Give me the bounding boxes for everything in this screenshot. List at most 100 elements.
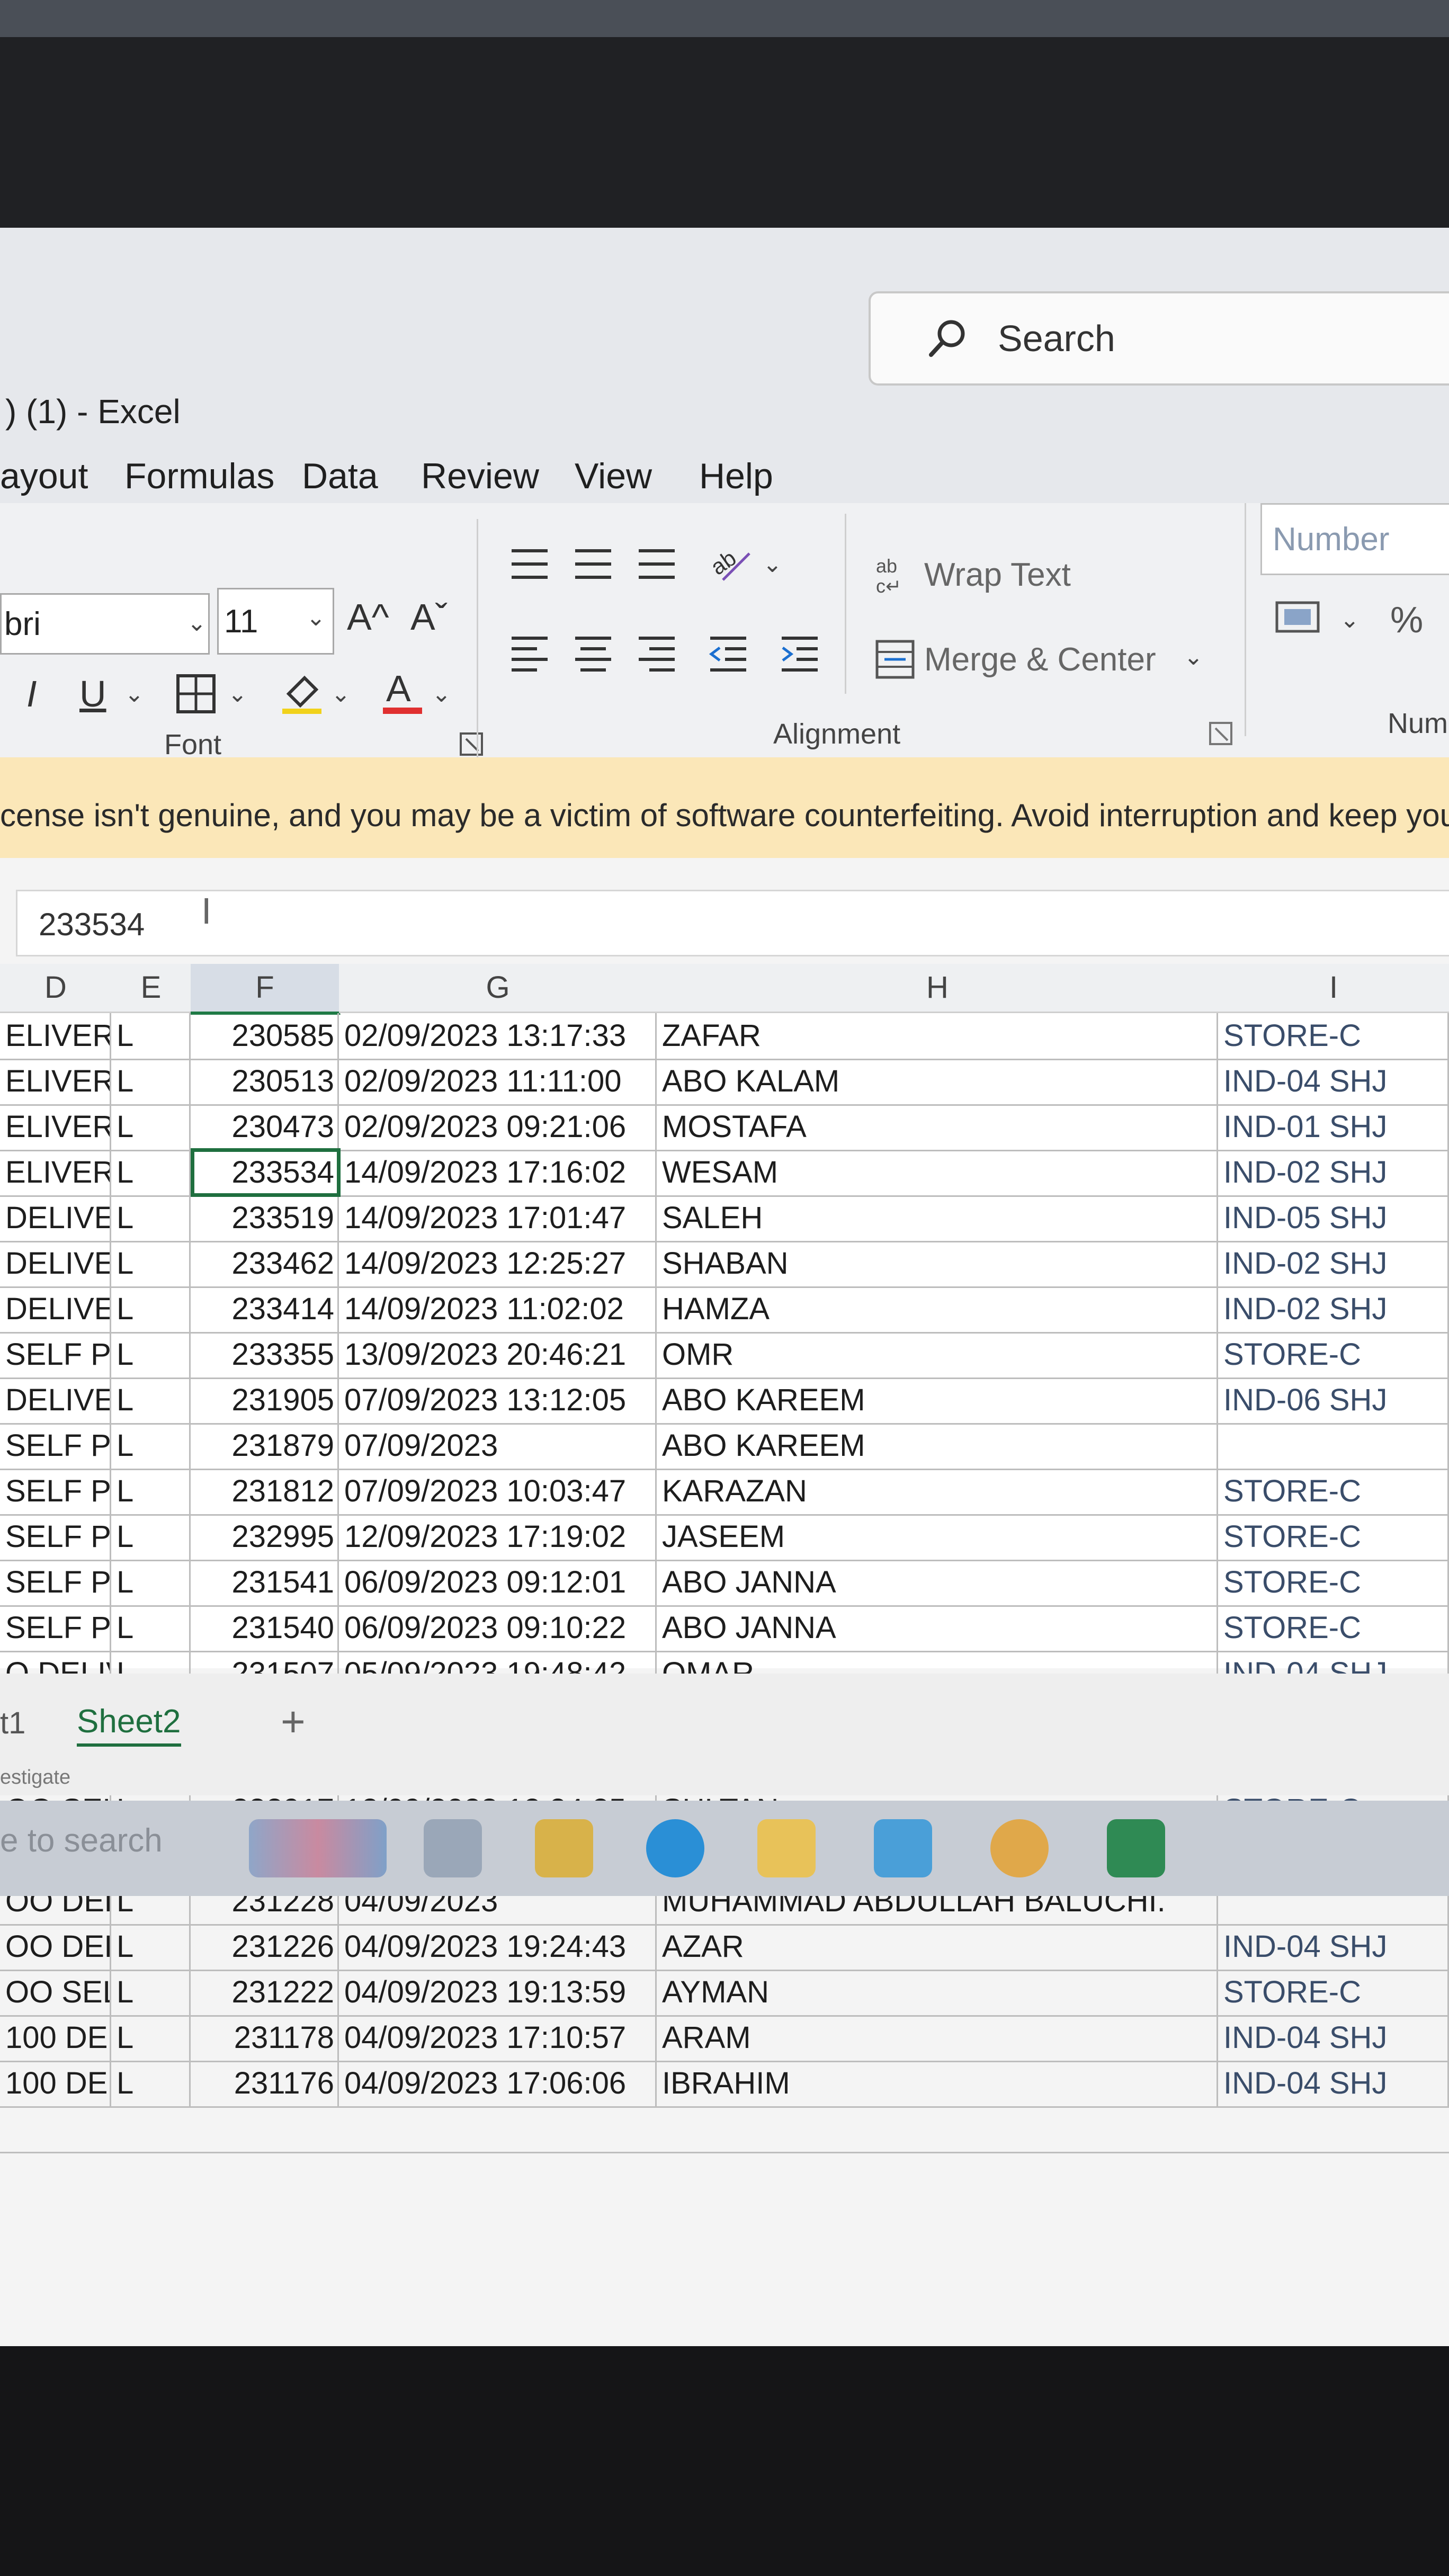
cell-h[interactable]: ABO KAREEM — [657, 1423, 1218, 1469]
column-header-d[interactable]: D — [0, 964, 113, 1013]
font-name-dropdown[interactable]: bri ⌄ — [0, 593, 210, 655]
font-size-dropdown[interactable]: 11 ⌄ — [217, 588, 334, 655]
cell-f[interactable]: 230585 — [191, 1013, 339, 1059]
cell-h[interactable]: WESAM — [657, 1150, 1218, 1195]
cell-f[interactable]: 231540 — [191, 1605, 339, 1651]
cell-e[interactable]: L — [111, 1560, 191, 1605]
cell-f[interactable]: 232995 — [191, 1514, 339, 1560]
increase-font-size-button[interactable]: A^ — [347, 596, 389, 638]
cell-g[interactable]: 02/09/2023 09:21:06 — [339, 1104, 657, 1150]
cell-e[interactable]: L — [111, 1241, 191, 1286]
sheet-tab-1[interactable]: t1 — [0, 1705, 25, 1741]
cell-f[interactable]: 231226 — [191, 1924, 339, 1970]
cell-i[interactable]: STORE-C — [1218, 1560, 1449, 1605]
cell-h[interactable]: MOSTAFA — [657, 1104, 1218, 1150]
microsoft-store-icon[interactable] — [535, 1819, 593, 1877]
cell-i[interactable]: IND-02 SHJ — [1218, 1241, 1449, 1286]
cell-g[interactable]: 04/09/2023 17:06:06 — [339, 2061, 657, 2106]
wrap-text-icon[interactable]: ab c↵ — [874, 553, 916, 596]
column-header-g[interactable]: G — [339, 964, 658, 1013]
dialog-launcher-icon[interactable] — [458, 731, 485, 757]
accounting-format-icon[interactable] — [1274, 598, 1321, 636]
cell-f[interactable]: 230513 — [191, 1059, 339, 1104]
cell-i[interactable]: IND-02 SHJ — [1218, 1150, 1449, 1195]
cell-i[interactable] — [1218, 1423, 1449, 1469]
cell-e[interactable]: L — [111, 1469, 191, 1514]
cell-g[interactable]: 07/09/2023 — [339, 1423, 657, 1469]
column-header-e[interactable]: E — [111, 964, 192, 1013]
chevron-down-icon[interactable]: ⌄ — [432, 681, 451, 708]
cell-g[interactable]: 14/09/2023 17:16:02 — [339, 1150, 657, 1195]
cell-g[interactable]: 06/09/2023 09:10:22 — [339, 1605, 657, 1651]
cell-e[interactable]: L — [111, 2015, 191, 2061]
cell-g[interactable]: 12/09/2023 17:19:02 — [339, 1514, 657, 1560]
cell-f[interactable]: 231905 — [191, 1378, 339, 1423]
cell-d[interactable]: ELIVERY — [0, 1104, 111, 1150]
cell-h[interactable]: ABO JANNA — [657, 1605, 1218, 1651]
cell-i[interactable]: IND-01 SHJ — [1218, 1104, 1449, 1150]
cell-d[interactable]: ELIVERY — [0, 1150, 111, 1195]
cell-i[interactable]: IND-04 SHJ — [1218, 1924, 1449, 1970]
cell-f[interactable]: 231222 — [191, 1970, 339, 2015]
cell-d[interactable]: 100 DELIVERY — [0, 2015, 111, 2061]
cell-h[interactable]: KARAZAN — [657, 1469, 1218, 1514]
cell-i[interactable]: IND-05 SHJ — [1218, 1195, 1449, 1241]
align-right-icon[interactable] — [636, 633, 678, 675]
cell-f[interactable]: 233355 — [191, 1332, 339, 1378]
mail-icon[interactable] — [874, 1819, 932, 1877]
cell-i[interactable]: IND-06 SHJ — [1218, 1378, 1449, 1423]
cell-d[interactable]: DELIVERY — [0, 1195, 111, 1241]
column-header-h[interactable]: H — [657, 964, 1220, 1013]
cell-d[interactable]: ELIVERY — [0, 1059, 111, 1104]
cell-d[interactable]: SELF PICKU — [0, 1423, 111, 1469]
cell-h[interactable]: HAMZA — [657, 1286, 1218, 1332]
cell-g[interactable]: 02/09/2023 13:17:33 — [339, 1013, 657, 1059]
widgets-icon[interactable] — [249, 1819, 387, 1877]
cell-e[interactable]: L — [111, 1195, 191, 1241]
cell-h[interactable]: JASEEM — [657, 1514, 1218, 1560]
tab-page-layout[interactable]: ayout — [0, 455, 88, 497]
cell-i[interactable]: IND-04 SHJ — [1218, 1059, 1449, 1104]
cell-f[interactable]: 233462 — [191, 1241, 339, 1286]
cell-d[interactable]: ELIVERY — [0, 1013, 111, 1059]
cell-d[interactable]: SELF PICKU — [0, 1332, 111, 1378]
cell-h[interactable]: SALEH — [657, 1195, 1218, 1241]
merge-center-button[interactable]: Merge & Center — [924, 641, 1156, 678]
font-color-icon[interactable]: A — [379, 667, 426, 715]
cell-f[interactable]: 231879 — [191, 1423, 339, 1469]
edge-browser-icon[interactable] — [646, 1819, 704, 1877]
cell-e[interactable]: L — [111, 1059, 191, 1104]
align-left-icon[interactable] — [508, 633, 551, 675]
cell-d[interactable]: SELF PICKU — [0, 1560, 111, 1605]
sheet-tab-sheet2[interactable]: Sheet2 — [77, 1703, 181, 1747]
percent-style-button[interactable]: % — [1390, 598, 1423, 641]
tab-help[interactable]: Help — [699, 455, 773, 497]
tab-view[interactable]: View — [575, 455, 652, 497]
align-center-icon[interactable] — [572, 633, 614, 675]
cell-g[interactable]: 04/09/2023 19:13:59 — [339, 1970, 657, 2015]
tab-review[interactable]: Review — [421, 455, 539, 497]
cell-d[interactable]: SELF PICKU — [0, 1514, 111, 1560]
cell-f[interactable]: 231541 — [191, 1560, 339, 1605]
cell-d[interactable]: 100 DELIVERY — [0, 2061, 111, 2106]
underline-button[interactable]: U — [79, 673, 106, 715]
align-middle-icon[interactable] — [572, 545, 614, 583]
cell-e[interactable]: L — [111, 2061, 191, 2106]
cell-h[interactable]: IBRAHIM — [657, 2061, 1218, 2106]
taskbar-search[interactable]: e to search — [0, 1822, 163, 1859]
cell-g[interactable]: 04/09/2023 17:10:57 — [339, 2015, 657, 2061]
cell-g[interactable]: 14/09/2023 12:25:27 — [339, 1241, 657, 1286]
cell-d[interactable]: SELF PICKU — [0, 1469, 111, 1514]
cell-d[interactable]: DELIVERY — [0, 1286, 111, 1332]
cell-h[interactable]: ABO KALAM — [657, 1059, 1218, 1104]
dialog-launcher-icon[interactable] — [1208, 720, 1234, 747]
cell-d[interactable]: DELIVERY — [0, 1378, 111, 1423]
cell-d[interactable]: DELIVERY — [0, 1241, 111, 1286]
cell-e[interactable]: L — [111, 1970, 191, 2015]
chevron-down-icon[interactable]: ⌄ — [1184, 643, 1203, 670]
cell-e[interactable]: L — [111, 1286, 191, 1332]
tab-data[interactable]: Data — [302, 455, 378, 497]
cell-f[interactable]: 231176 — [191, 2061, 339, 2106]
task-view-icon[interactable] — [424, 1819, 482, 1877]
add-sheet-button[interactable]: + — [281, 1697, 306, 1746]
